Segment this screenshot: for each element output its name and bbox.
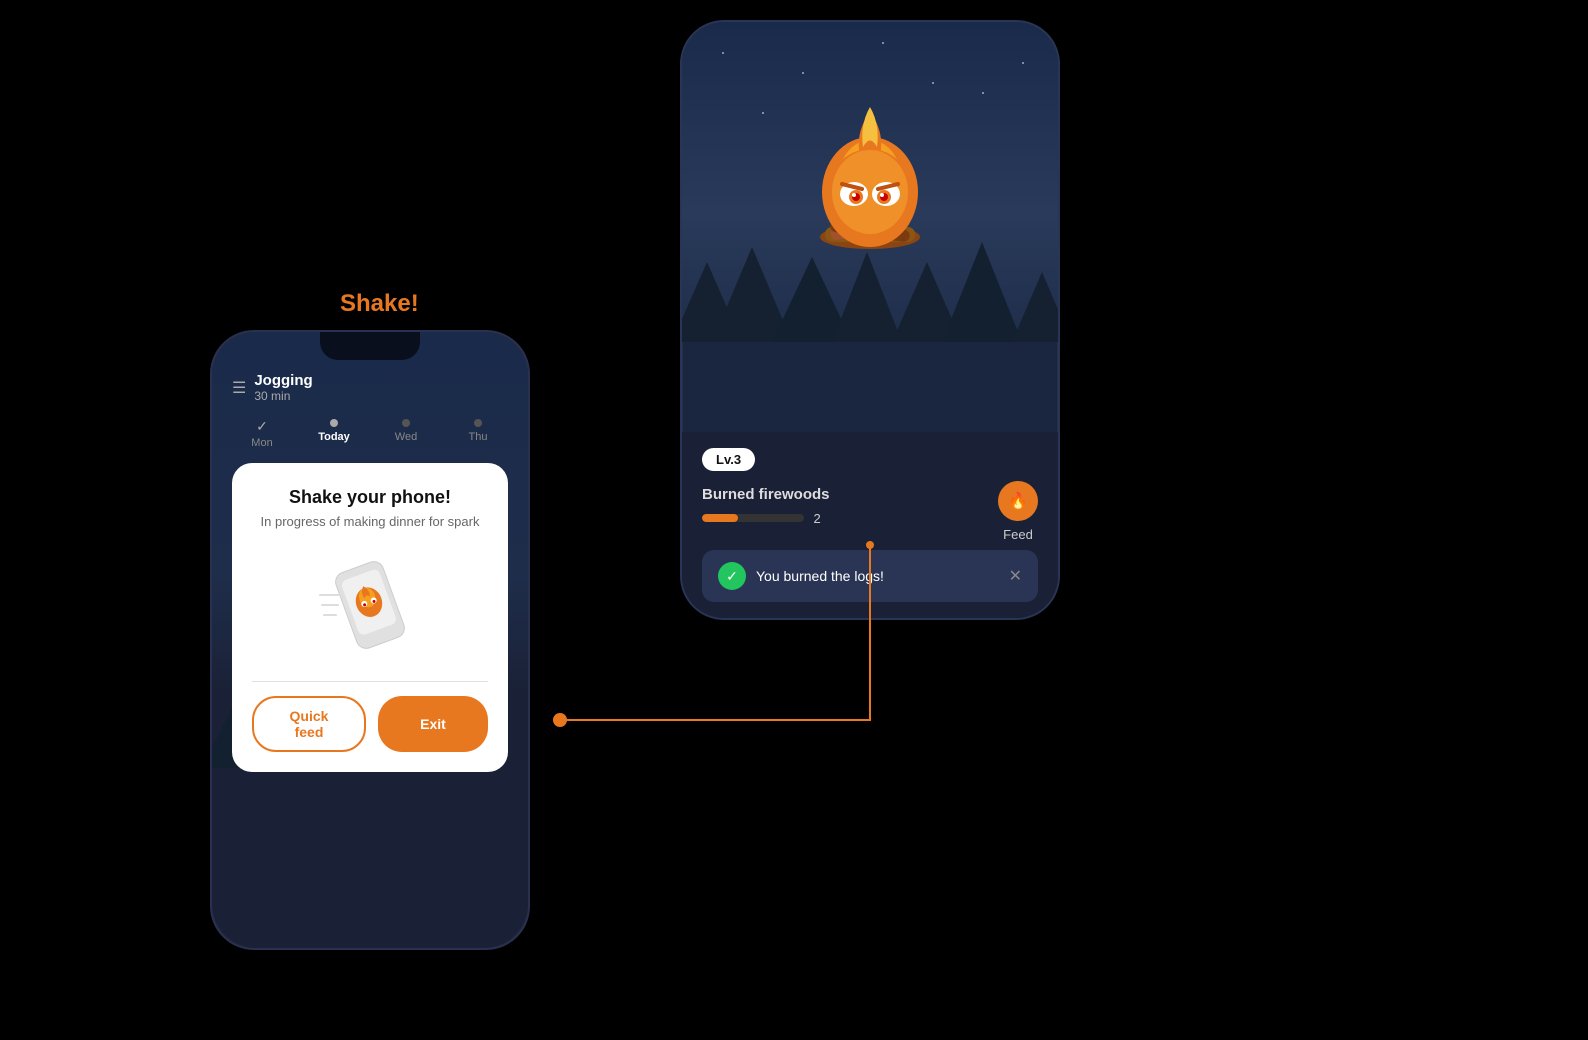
activity-header: ☰ Jogging 30 min bbox=[232, 360, 508, 411]
success-banner: ✓ You burned the logs! ✕ bbox=[702, 550, 1038, 602]
phone-left: ☰ Jogging 30 min ✓ Mon Today Wed Thu bbox=[210, 330, 530, 950]
progress-row: 2 bbox=[702, 511, 830, 526]
close-icon[interactable]: ✕ bbox=[1009, 566, 1022, 586]
shake-modal: Shake your phone! In progress of making … bbox=[232, 463, 508, 772]
checkmark-mon: ✓ bbox=[256, 419, 268, 433]
day-thu: Thu bbox=[453, 419, 503, 449]
modal-title: Shake your phone! bbox=[252, 487, 488, 508]
phone-notch-left bbox=[320, 332, 420, 360]
exit-button[interactable]: Exit bbox=[378, 696, 488, 752]
success-check-icon: ✓ bbox=[718, 562, 746, 590]
shake-label: Shake! bbox=[340, 290, 419, 318]
day-label-thu: Thu bbox=[469, 431, 488, 443]
phone-right: Lv.3 Burned firewoods 2 🔥 Feed ✓ You bur… bbox=[680, 20, 1060, 620]
progress-bar-bg bbox=[702, 514, 804, 522]
menu-icon[interactable]: ☰ bbox=[232, 378, 246, 398]
success-message: You burned the logs! bbox=[756, 568, 999, 584]
feed-row: Burned firewoods 2 🔥 Feed bbox=[702, 481, 1038, 542]
modal-divider bbox=[252, 681, 488, 682]
flame-character-svg bbox=[780, 52, 960, 272]
night-sky bbox=[682, 22, 1058, 342]
dot-today bbox=[330, 419, 338, 427]
day-mon: ✓ Mon bbox=[237, 419, 287, 449]
day-label-wed: Wed bbox=[395, 431, 417, 443]
dot-thu bbox=[474, 419, 482, 427]
burned-firewoods-label: Burned firewoods bbox=[702, 486, 830, 503]
progress-count: 2 bbox=[814, 511, 830, 526]
star bbox=[882, 42, 884, 44]
burned-label: Burned firewoods 2 bbox=[702, 486, 830, 538]
feed-btn-container: 🔥 Feed bbox=[998, 481, 1038, 542]
day-wed: Wed bbox=[381, 419, 431, 449]
modal-subtitle: In progress of making dinner for spark bbox=[252, 514, 488, 529]
star bbox=[762, 112, 764, 114]
level-badge: Lv.3 bbox=[702, 448, 755, 471]
quick-feed-button[interactable]: Quick feed bbox=[252, 696, 366, 752]
modal-buttons: Quick feed Exit bbox=[252, 696, 488, 752]
shake-svg bbox=[310, 545, 430, 665]
star bbox=[982, 92, 984, 94]
day-label-today: Today bbox=[318, 431, 350, 443]
shake-illustration bbox=[310, 545, 430, 665]
feed-button[interactable]: 🔥 bbox=[998, 481, 1038, 521]
dot-wed bbox=[402, 419, 410, 427]
star bbox=[1022, 62, 1024, 64]
days-row: ✓ Mon Today Wed Thu bbox=[232, 419, 508, 449]
character-container bbox=[780, 52, 960, 277]
day-label-mon: Mon bbox=[251, 437, 272, 449]
bottom-content: Lv.3 Burned firewoods 2 🔥 Feed ✓ You bur… bbox=[682, 432, 1058, 618]
day-today: Today bbox=[309, 419, 359, 449]
activity-subtitle: 30 min bbox=[254, 389, 312, 403]
star bbox=[722, 52, 724, 54]
activity-title: Jogging bbox=[254, 372, 312, 389]
progress-bar-fill bbox=[702, 514, 738, 522]
feed-label: Feed bbox=[1003, 527, 1033, 542]
